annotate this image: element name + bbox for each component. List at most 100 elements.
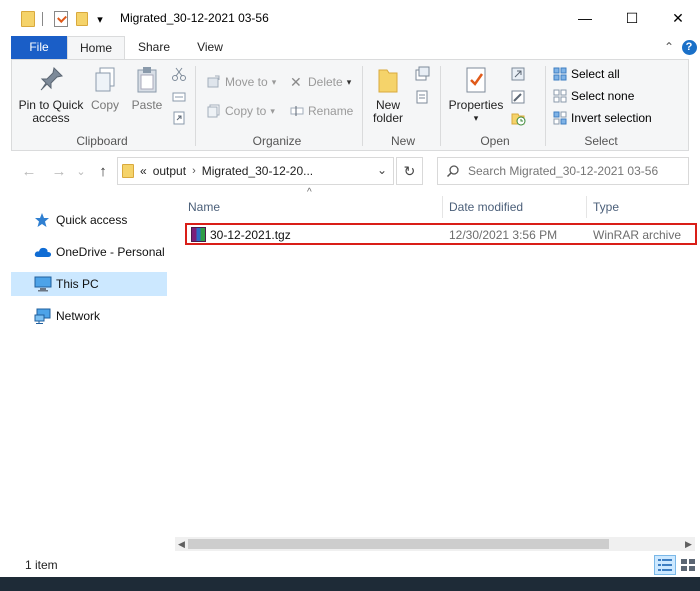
help-button[interactable]: ? <box>681 39 697 55</box>
new-folder-quick-button[interactable] <box>74 10 90 28</box>
invert-selection-label: Invert selection <box>571 111 652 125</box>
toolbar-separator <box>42 12 43 26</box>
navigation-pane: Quick access OneDrive - Personal This PC… <box>11 191 171 551</box>
nav-item-label: OneDrive - Personal <box>56 245 165 259</box>
rename-button[interactable]: Rename <box>290 101 353 121</box>
paste-label: Paste <box>131 98 163 112</box>
select-none-icon <box>553 89 567 103</box>
winrar-archive-icon <box>191 227 206 242</box>
scroll-left-button[interactable]: ◀ <box>175 537 188 551</box>
move-to-icon <box>207 75 221 89</box>
nav-item-label: Network <box>56 309 101 323</box>
copy-button[interactable]: Copy <box>88 64 122 112</box>
scroll-right-button[interactable]: ▶ <box>682 537 695 551</box>
up-button[interactable]: ↑ <box>93 161 113 181</box>
group-separator <box>362 66 363 146</box>
column-header-name[interactable]: Name <box>182 196 443 218</box>
table-row[interactable]: 30-12-2021.tgz 12/30/2021 3:56 PM WinRAR… <box>185 223 697 245</box>
maximize-button[interactable]: ☐ <box>609 0 655 36</box>
title-bar: ▾ Migrated_30-12-2021 03-56 — ☐ ✕ <box>0 0 700 36</box>
close-button[interactable]: ✕ <box>655 0 700 36</box>
copy-path-icon[interactable] <box>171 89 187 105</box>
column-header-type[interactable]: Type <box>587 196 697 218</box>
file-list: ^ Name Date modified Type 30-12-2021.tgz… <box>175 187 700 551</box>
details-view-button[interactable] <box>654 555 676 575</box>
copy-to-button[interactable]: Copy to ▾ <box>207 101 275 121</box>
search-icon <box>438 164 468 178</box>
breadcrumb-output[interactable]: output <box>153 164 186 178</box>
recent-locations-dropdown[interactable]: ⌄ <box>71 161 91 181</box>
scrollbar-thumb[interactable] <box>188 539 609 549</box>
status-bar: 1 item <box>11 553 700 577</box>
delete-button[interactable]: ✕ Delete ▾ <box>290 72 351 92</box>
invert-selection-button[interactable]: Invert selection <box>553 108 652 128</box>
copy-to-icon <box>207 104 221 118</box>
window-title: Migrated_30-12-2021 03-56 <box>120 11 269 25</box>
new-item-icon[interactable] <box>414 66 430 82</box>
tab-view[interactable]: View <box>184 36 236 59</box>
breadcrumb-separator[interactable]: › <box>192 165 196 177</box>
forward-button[interactable]: → <box>49 161 69 181</box>
select-none-button[interactable]: Select none <box>553 86 634 106</box>
star-icon <box>34 212 52 228</box>
rename-label: Rename <box>308 104 354 118</box>
address-bar[interactable]: « output › Migrated_30-12-20... ⌄ <box>117 157 394 185</box>
customize-toolbar-dropdown[interactable]: ▾ <box>94 10 106 28</box>
rename-icon <box>290 104 304 118</box>
clipboard-group-label: Clipboard <box>76 134 128 148</box>
pin-to-quick-access-button[interactable]: Pin to Quick access <box>16 64 86 125</box>
new-group-label: New <box>390 134 415 148</box>
horizontal-scrollbar[interactable]: ◀ ▶ <box>175 537 695 551</box>
group-separator <box>545 66 546 146</box>
paste-button[interactable]: Paste <box>128 64 166 112</box>
network-icon <box>34 308 52 324</box>
clipboard-icon <box>132 64 162 96</box>
open-icon[interactable] <box>510 66 526 82</box>
properties-icon <box>461 64 491 96</box>
large-icons-view-button[interactable] <box>677 555 699 575</box>
nav-item-onedrive[interactable]: OneDrive - Personal <box>11 240 167 264</box>
tab-file[interactable]: File <box>11 36 67 59</box>
cut-icon[interactable] <box>171 66 187 82</box>
back-button[interactable]: ← <box>19 161 39 181</box>
address-dropdown-button[interactable]: ⌄ <box>377 163 387 177</box>
cloud-icon <box>34 244 52 260</box>
delete-icon: ✕ <box>290 74 302 90</box>
new-folder-label-line-2: folder <box>372 111 404 125</box>
paste-shortcut-icon[interactable] <box>171 110 187 126</box>
select-all-button[interactable]: Select all <box>553 64 620 84</box>
navigation-bar: ← → ⌄ ↑ « output › Migrated_30-12-20... … <box>11 151 689 191</box>
properties-dropdown-icon: ▾ <box>473 113 479 123</box>
column-header-date-modified[interactable]: Date modified <box>443 196 587 218</box>
new-folder-button[interactable]: New folder <box>366 64 410 125</box>
easy-access-icon[interactable] <box>414 89 430 105</box>
move-to-label: Move to <box>225 75 268 89</box>
breadcrumb-current-folder[interactable]: Migrated_30-12-20... <box>202 164 313 178</box>
select-all-icon <box>553 67 567 81</box>
nav-item-quick-access[interactable]: Quick access <box>11 208 167 232</box>
file-name: 30-12-2021.tgz <box>210 228 291 242</box>
nav-item-label: Quick access <box>56 213 128 227</box>
folder-icon <box>76 12 88 26</box>
history-icon[interactable] <box>510 110 526 126</box>
organize-group-label: Organize <box>252 134 302 148</box>
checkmark-icon <box>54 11 68 27</box>
properties-button[interactable]: Properties ▾ <box>448 64 504 125</box>
move-to-button[interactable]: Move to ▾ <box>207 72 276 92</box>
refresh-button[interactable]: ↻ <box>396 157 423 185</box>
collapse-ribbon-button[interactable]: ⌃ <box>661 39 677 55</box>
search-box[interactable] <box>437 157 689 185</box>
nav-item-label: This PC <box>56 277 99 291</box>
open-group-label: Open <box>480 134 510 148</box>
tab-home[interactable]: Home <box>67 36 125 60</box>
folder-icon <box>20 10 36 28</box>
nav-item-network[interactable]: Network <box>11 304 167 328</box>
breadcrumb-overflow[interactable]: « <box>140 164 147 178</box>
nav-item-this-pc[interactable]: This PC <box>11 272 167 296</box>
minimize-button[interactable]: — <box>562 0 608 36</box>
search-input[interactable] <box>468 164 678 178</box>
ribbon-tabs: File Home Share View ⌃ ? <box>0 36 700 60</box>
edit-icon[interactable] <box>510 89 526 105</box>
tab-share[interactable]: Share <box>128 36 180 59</box>
properties-quick-button[interactable] <box>52 10 70 28</box>
